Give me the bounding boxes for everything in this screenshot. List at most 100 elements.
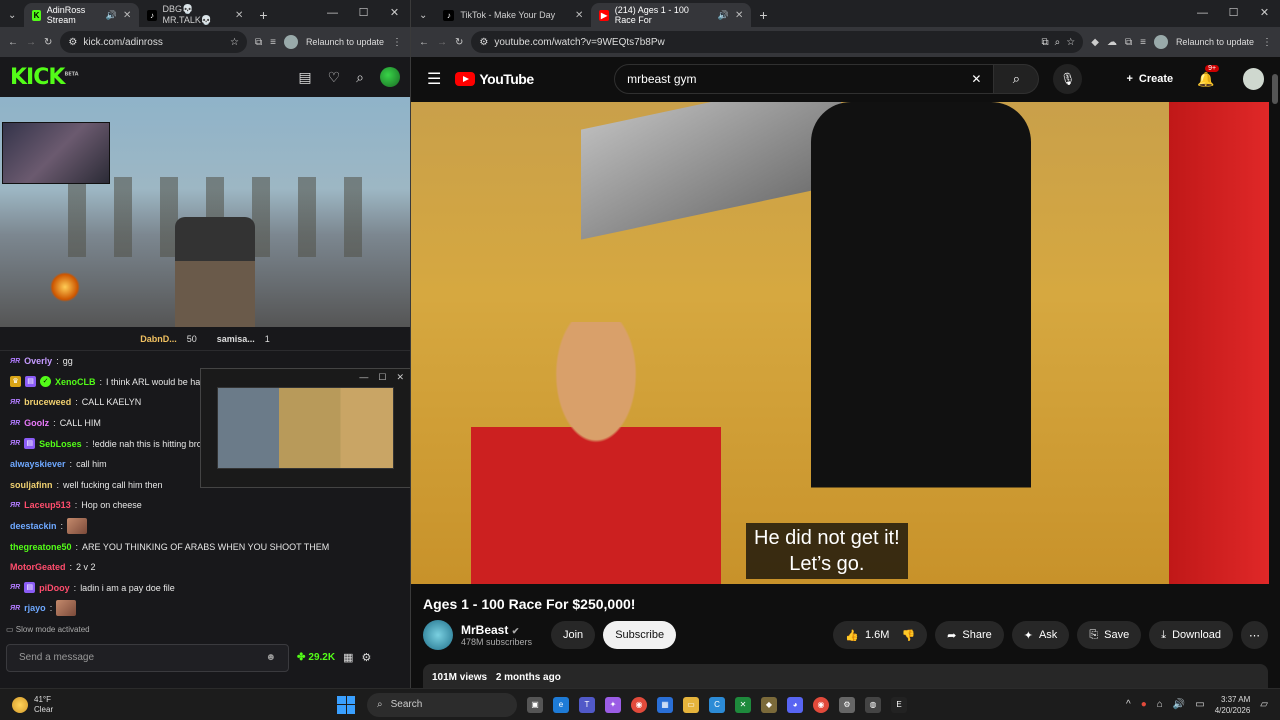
chat-username[interactable]: deestackin xyxy=(10,521,57,531)
following-heart-icon[interactable]: ♡ xyxy=(328,69,341,86)
chat-username[interactable]: XenoCLB xyxy=(55,377,96,387)
media-icon[interactable]: ≡ xyxy=(1140,37,1146,48)
site-info-icon[interactable]: ⚙ xyxy=(68,37,77,48)
chat-username[interactable]: Laceup513 xyxy=(24,500,71,510)
pip-minimize-icon[interactable]: — xyxy=(359,372,368,382)
close-tab-icon[interactable]: ✕ xyxy=(575,10,583,21)
chat-emote-image[interactable] xyxy=(56,600,77,617)
create-button[interactable]: + Create xyxy=(1116,64,1183,94)
chat-username[interactable]: bruceweed xyxy=(24,397,71,407)
save-button[interactable]: ⎘ Save xyxy=(1077,621,1142,649)
tab-search-icon[interactable]: ⌄ xyxy=(411,10,435,27)
voice-search-button[interactable]: 🎙 xyxy=(1053,64,1083,94)
settings-gear-icon[interactable]: ⚙ xyxy=(839,696,855,713)
microphone-icon[interactable]: ● xyxy=(1141,699,1147,710)
page-scrollbar[interactable] xyxy=(1272,72,1278,682)
media-icon[interactable]: ≡ xyxy=(270,37,276,48)
relaunch-button[interactable]: Relaunch to update xyxy=(306,37,384,47)
chat-username[interactable]: alwayskiever xyxy=(10,459,66,469)
chat-username[interactable]: souljafinn xyxy=(10,480,53,490)
like-button[interactable]: 👍 1.6M 👎 xyxy=(833,621,928,649)
kick-logo[interactable]: KICKBETA xyxy=(10,65,282,90)
discord-icon[interactable]: ◕ xyxy=(787,696,803,713)
chrome-icon[interactable]: ◉ xyxy=(631,696,647,713)
forward-icon[interactable]: → xyxy=(26,37,36,48)
chat-settings-gear-icon[interactable]: ⚙ xyxy=(361,651,371,664)
copilot-icon[interactable]: ✦ xyxy=(605,696,621,713)
network-icon[interactable]: ⌂ xyxy=(1157,699,1163,710)
new-tab-button[interactable]: + xyxy=(751,7,775,27)
close-window-icon[interactable]: ✕ xyxy=(1249,0,1280,27)
profile-avatar[interactable] xyxy=(1153,35,1168,49)
show-hidden-icons-chevron-icon[interactable]: ^ xyxy=(1126,699,1131,710)
pip-maximize-icon[interactable]: ☐ xyxy=(378,372,386,383)
url-text[interactable]: youtube.com/watch?v=9WEQts7b8Pw xyxy=(494,37,1035,48)
bookmark-star-icon[interactable]: ☆ xyxy=(230,37,239,48)
search-button[interactable]: ⌕ xyxy=(994,64,1040,94)
chat-emote-image[interactable] xyxy=(67,518,88,535)
chat-message-input[interactable]: Send a message ☻ xyxy=(6,643,289,672)
audio-icon[interactable]: 🔊 xyxy=(106,10,117,21)
close-window-icon[interactable]: ✕ xyxy=(379,0,410,27)
clock[interactable]: 3:37 AM 4/20/2026 xyxy=(1215,694,1251,716)
weather-widget[interactable]: 41°F Clear xyxy=(0,695,330,715)
tab-tiktok[interactable]: ♪ DBG💀MR.TALK💀 ✕ xyxy=(139,3,251,27)
tab-tiktok[interactable]: ♪ TikTok - Make Your Day ✕ xyxy=(435,3,591,27)
bookmark-star-icon[interactable]: ☆ xyxy=(1066,37,1075,48)
channel-points[interactable]: ✤ 29.2K xyxy=(297,652,335,663)
back-icon[interactable]: ← xyxy=(8,37,18,48)
gifter-item[interactable]: DabnD... 50 xyxy=(140,334,197,344)
extension-icon[interactable]: ☁ xyxy=(1107,37,1117,48)
reload-icon[interactable]: ↻ xyxy=(455,37,463,48)
tab-youtube[interactable]: ▶ (214) Ages 1 - 100 Race For 🔊 ✕ xyxy=(591,3,752,27)
emote-picker-icon[interactable]: ☻ xyxy=(265,652,276,663)
audio-icon[interactable]: 🔊 xyxy=(718,10,729,21)
zoom-icon[interactable]: ⌕ xyxy=(1055,37,1061,48)
notifications-icon[interactable]: ▱ xyxy=(1260,699,1268,710)
description-box[interactable]: 101M views 2 months ago xyxy=(423,664,1268,688)
video-player[interactable]: He did not get it! Let’s go. xyxy=(411,102,1269,584)
menu-icon[interactable]: ⋮ xyxy=(392,37,402,48)
relaunch-button[interactable]: Relaunch to update xyxy=(1176,37,1254,47)
battery-icon[interactable]: ▭ xyxy=(1195,699,1204,710)
store-icon[interactable]: ▦ xyxy=(343,651,353,664)
hamburger-menu-icon[interactable]: ☰ xyxy=(427,69,441,89)
chrome-active-icon[interactable]: ◉ xyxy=(813,696,829,713)
minimize-icon[interactable]: — xyxy=(1187,0,1218,27)
omnibox[interactable]: ⚙ youtube.com/watch?v=9WEQts7b8Pw ⧉ ⌕ ☆ xyxy=(471,31,1084,53)
back-icon[interactable]: ← xyxy=(419,37,429,48)
close-tab-icon[interactable]: ✕ xyxy=(123,10,131,21)
tab-kick-adinross[interactable]: K AdinRoss Stream 🔊 ✕ xyxy=(24,3,140,27)
minimize-icon[interactable]: — xyxy=(317,0,348,27)
youtube-logo[interactable]: YouTube xyxy=(455,71,572,87)
more-actions-button[interactable]: ⋯ xyxy=(1241,621,1268,649)
xbox-icon[interactable]: ✕ xyxy=(735,696,751,713)
start-button[interactable] xyxy=(337,695,355,714)
clear-search-icon[interactable]: ✕ xyxy=(971,72,981,86)
subscribe-button[interactable]: Subscribe xyxy=(603,621,677,649)
new-tab-button[interactable]: + xyxy=(251,7,275,27)
extension-icon[interactable]: ◆ xyxy=(1091,37,1099,48)
reload-icon[interactable]: ↻ xyxy=(44,37,52,48)
search-icon[interactable]: ⌕ xyxy=(356,69,364,86)
picture-in-picture-window[interactable]: — ☐ ✕ xyxy=(200,368,411,488)
profile-avatar[interactable] xyxy=(283,35,298,49)
teams-icon[interactable]: T xyxy=(579,696,595,713)
extensions-icon[interactable]: ⧉ xyxy=(255,37,262,48)
forward-icon[interactable]: → xyxy=(437,37,447,48)
stream-player[interactable] xyxy=(0,97,410,327)
store-icon[interactable]: ▦ xyxy=(657,696,673,713)
menu-icon[interactable]: ⋮ xyxy=(1262,37,1272,48)
game-app-icon[interactable]: ◆ xyxy=(761,696,777,713)
search-input[interactable]: mrbeast gym ✕ xyxy=(614,64,995,94)
task-view-icon[interactable]: ▣ xyxy=(527,696,543,713)
epic-games-icon[interactable]: E xyxy=(891,696,907,713)
chat-username[interactable]: SebLoses xyxy=(39,439,82,449)
user-avatar[interactable] xyxy=(380,67,400,87)
browse-icon[interactable]: ▤ xyxy=(298,69,311,86)
account-avatar[interactable] xyxy=(1242,68,1265,90)
app-icon[interactable]: ◍ xyxy=(865,696,881,713)
maximize-icon[interactable]: ☐ xyxy=(348,0,379,27)
volume-icon[interactable]: 🔊 xyxy=(1173,699,1185,710)
tab-search-icon[interactable]: ⌄ xyxy=(0,10,24,27)
